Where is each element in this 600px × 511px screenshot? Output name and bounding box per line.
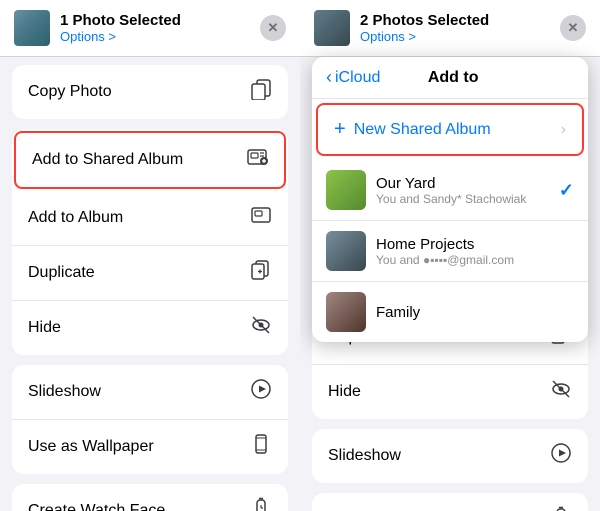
left-section-album: Add to Shared Album Add to Album bbox=[12, 129, 288, 355]
dropdown-header: ‹ iCloud Add to bbox=[312, 57, 588, 99]
right-panel: 2 Photos Selected Options > ✕ ‹ iCloud A… bbox=[300, 0, 600, 511]
left-panel: 1 Photo Selected Options > ✕ Copy Photo … bbox=[0, 0, 300, 511]
our-yard-thumbnail bbox=[326, 170, 366, 210]
right-header-text: 2 Photos Selected Options > bbox=[360, 12, 489, 44]
create-watch-face-item[interactable]: Create Watch Face bbox=[12, 484, 288, 511]
r-create-watch-face-item[interactable]: Create Watch Face bbox=[312, 493, 588, 511]
home-projects-album-item[interactable]: Home Projects You and ●▪▪▪▪@gmail.com bbox=[312, 221, 588, 282]
home-projects-album-name: Home Projects bbox=[376, 236, 574, 253]
wallpaper-item[interactable]: Use as Wallpaper bbox=[12, 420, 288, 474]
chevron-left-icon: ‹ bbox=[326, 67, 332, 88]
create-watch-face-label: Create Watch Face bbox=[28, 502, 165, 511]
create-watch-face-icon bbox=[250, 497, 272, 511]
left-options-link[interactable]: Options > bbox=[60, 29, 181, 44]
family-album-info: Family bbox=[376, 304, 574, 321]
left-section-watch: Create Watch Face Save to Files bbox=[12, 484, 288, 511]
r-hide-icon bbox=[550, 378, 572, 406]
home-projects-album-sub: You and ●▪▪▪▪@gmail.com bbox=[376, 253, 574, 267]
left-menu-list: Copy Photo Add to Shared Album bbox=[0, 57, 300, 511]
add-to-album-item[interactable]: Add to Album bbox=[12, 191, 288, 246]
right-section-watch: Create Watch Face Save to Files bbox=[312, 493, 588, 511]
new-shared-album-label: New Shared Album bbox=[354, 121, 491, 139]
left-thumb-image bbox=[14, 10, 50, 46]
family-thumbnail bbox=[326, 292, 366, 332]
hide-label: Hide bbox=[28, 319, 61, 337]
add-to-shared-album-icon bbox=[246, 146, 268, 174]
new-shared-album-left: + New Shared Album bbox=[334, 118, 491, 141]
add-to-album-label: Add to Album bbox=[28, 209, 123, 227]
add-to-album-icon bbox=[250, 204, 272, 232]
wallpaper-label: Use as Wallpaper bbox=[28, 438, 154, 456]
copy-photo-icon bbox=[250, 78, 272, 106]
copy-photo-label: Copy Photo bbox=[28, 83, 112, 101]
our-yard-checkmark: ✓ bbox=[559, 180, 574, 201]
our-yard-album-sub: You and Sandy* Stachowiak bbox=[376, 192, 559, 206]
left-section-slideshow: Slideshow Use as Wallpaper bbox=[12, 365, 288, 474]
new-shared-album-item[interactable]: + New Shared Album › bbox=[316, 103, 584, 156]
right-selected-title: 2 Photos Selected bbox=[360, 12, 489, 29]
home-projects-thumbnail bbox=[326, 231, 366, 271]
home-projects-album-info: Home Projects You and ●▪▪▪▪@gmail.com bbox=[376, 236, 574, 267]
add-to-shared-album-item[interactable]: Add to Shared Album bbox=[14, 131, 286, 189]
family-album-item[interactable]: Family bbox=[312, 282, 588, 342]
r-hide-label: Hide bbox=[328, 383, 361, 401]
copy-photo-item[interactable]: Copy Photo bbox=[12, 65, 288, 119]
new-album-chevron-icon: › bbox=[561, 121, 566, 139]
dropdown-back-button[interactable]: ‹ iCloud bbox=[326, 67, 380, 88]
right-thumb-image bbox=[314, 10, 350, 46]
left-close-button[interactable]: ✕ bbox=[260, 15, 286, 41]
r-hide-item[interactable]: Hide bbox=[312, 365, 588, 419]
left-panel-header: 1 Photo Selected Options > ✕ bbox=[0, 0, 300, 57]
r-slideshow-icon bbox=[550, 442, 572, 470]
left-header-text: 1 Photo Selected Options > bbox=[60, 12, 181, 44]
left-header-left: 1 Photo Selected Options > bbox=[14, 10, 181, 46]
right-photo-thumbnail bbox=[314, 10, 350, 46]
left-selected-title: 1 Photo Selected bbox=[60, 12, 181, 29]
hide-item[interactable]: Hide bbox=[12, 301, 288, 355]
dropdown-back-label: iCloud bbox=[335, 69, 380, 87]
duplicate-icon bbox=[250, 259, 272, 287]
duplicate-item[interactable]: Duplicate bbox=[12, 246, 288, 301]
wallpaper-icon bbox=[250, 433, 272, 461]
our-yard-album-item[interactable]: Our Yard You and Sandy* Stachowiak ✓ bbox=[312, 160, 588, 221]
left-section-copy: Copy Photo bbox=[12, 65, 288, 119]
right-header-left: 2 Photos Selected Options > bbox=[314, 10, 489, 46]
r-slideshow-item[interactable]: Slideshow bbox=[312, 429, 588, 483]
r-slideshow-label: Slideshow bbox=[328, 447, 401, 465]
left-photo-thumbnail bbox=[14, 10, 50, 46]
family-album-name: Family bbox=[376, 304, 574, 321]
plus-icon: + bbox=[334, 118, 346, 141]
duplicate-label: Duplicate bbox=[28, 264, 95, 282]
add-to-shared-album-label: Add to Shared Album bbox=[32, 151, 183, 169]
right-panel-header: 2 Photos Selected Options > ✕ bbox=[300, 0, 600, 57]
our-yard-album-info: Our Yard You and Sandy* Stachowiak bbox=[376, 175, 559, 206]
r-create-watch-face-icon bbox=[550, 506, 572, 511]
our-yard-album-name: Our Yard bbox=[376, 175, 559, 192]
right-options-link[interactable]: Options > bbox=[360, 29, 489, 44]
add-to-dropdown: ‹ iCloud Add to + New Shared Album › Our… bbox=[312, 57, 588, 342]
slideshow-item[interactable]: Slideshow bbox=[12, 365, 288, 420]
right-section-slideshow: Slideshow bbox=[312, 429, 588, 483]
slideshow-label: Slideshow bbox=[28, 383, 101, 401]
hide-icon bbox=[250, 314, 272, 342]
slideshow-icon bbox=[250, 378, 272, 406]
right-close-button[interactable]: ✕ bbox=[560, 15, 586, 41]
dropdown-title: Add to bbox=[380, 69, 526, 87]
